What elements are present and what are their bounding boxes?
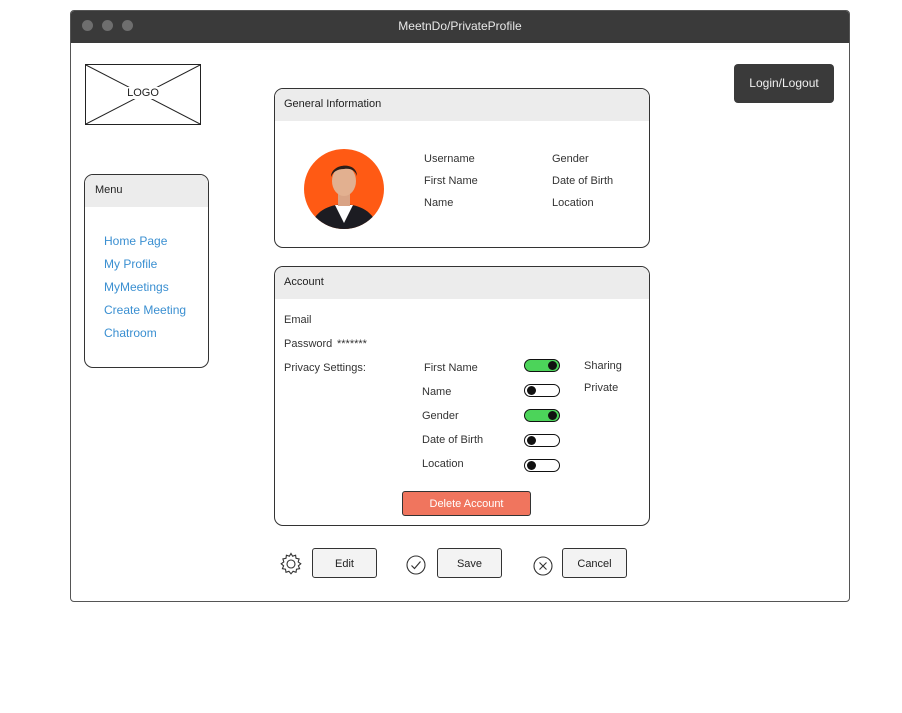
menu-item-my-profile[interactable]: My Profile	[104, 257, 208, 280]
password-label: Password	[284, 338, 333, 350]
privacy-first-name-label: First Name	[424, 362, 478, 374]
menu-item-home-page[interactable]: Home Page	[104, 234, 208, 257]
privacy-location-label: Location	[422, 458, 464, 470]
profile-photo-icon	[310, 165, 378, 229]
cancel-button[interactable]: Cancel	[562, 548, 627, 578]
privacy-toggle-first-name[interactable]	[524, 359, 560, 372]
legend-sharing: Sharing	[584, 360, 622, 372]
privacy-gender-label: Gender	[422, 410, 459, 422]
app-window: MeetnDo/PrivateProfile LOGO Login/Logout…	[70, 10, 850, 602]
checkmark-circle-icon[interactable]	[405, 554, 427, 576]
username-label: Username	[424, 153, 475, 165]
login-logout-button[interactable]: Login/Logout	[734, 64, 834, 103]
privacy-toggle-gender[interactable]	[524, 409, 560, 422]
save-button[interactable]: Save	[437, 548, 502, 578]
window-title: MeetnDo/PrivateProfile	[398, 19, 522, 33]
logo-placeholder: LOGO	[85, 64, 201, 125]
side-menu: Menu Home Page My Profile MyMeetings Cre…	[84, 174, 209, 368]
gender-label: Gender	[552, 153, 589, 165]
menu-item-my-meetings[interactable]: MyMeetings	[104, 280, 208, 303]
account-panel: Account Email Password ******* Privacy S…	[274, 266, 650, 526]
close-circle-icon[interactable]	[532, 555, 554, 577]
logo-text: LOGO	[126, 87, 160, 99]
privacy-toggle-date-of-birth[interactable]	[524, 434, 560, 447]
privacy-settings-label: Privacy Settings:	[284, 362, 366, 374]
first-name-label: First Name	[424, 175, 478, 187]
email-label: Email	[284, 314, 312, 326]
account-title: Account	[275, 267, 649, 299]
general-information-title: General Information	[275, 89, 649, 121]
privacy-toggle-name[interactable]	[524, 384, 560, 397]
avatar	[304, 149, 384, 229]
delete-account-button[interactable]: Delete Account	[402, 491, 531, 516]
location-label: Location	[552, 197, 594, 209]
menu-item-create-meeting[interactable]: Create Meeting	[104, 303, 208, 326]
gear-icon[interactable]	[279, 552, 303, 576]
general-information-panel: General Information Username First Name …	[274, 88, 650, 248]
edit-button[interactable]: Edit	[312, 548, 377, 578]
legend-private: Private	[584, 382, 619, 394]
title-bar: MeetnDo/PrivateProfile	[71, 11, 849, 43]
menu-title: Menu	[85, 175, 208, 207]
privacy-name-label: Name	[422, 386, 452, 398]
date-of-birth-label: Date of Birth	[552, 175, 614, 187]
privacy-date-of-birth-label: Date of Birth	[422, 434, 484, 446]
password-value: *******	[337, 338, 367, 350]
menu-item-chatroom[interactable]: Chatroom	[104, 326, 208, 349]
privacy-toggle-location[interactable]	[524, 459, 560, 472]
name-label: Name	[424, 197, 454, 209]
